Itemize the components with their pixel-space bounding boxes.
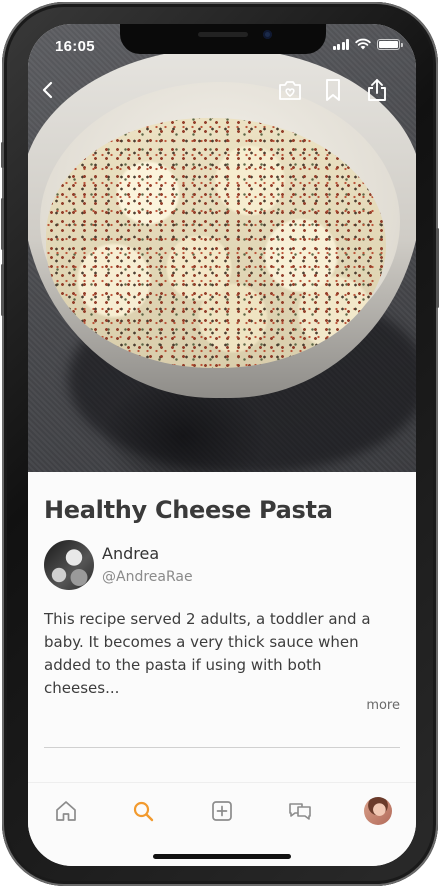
recipe-content: Healthy Cheese Pasta Andrea @AndreaRae T…: [28, 472, 416, 782]
status-icons: [332, 38, 403, 50]
side-button-power: [436, 228, 439, 308]
home-icon: [56, 801, 76, 821]
recipe-description: This recipe served 2 adults, a toddler a…: [44, 610, 371, 697]
search-icon: [133, 801, 154, 822]
side-button-volume-down: [1, 264, 4, 316]
pasta: [46, 118, 386, 368]
battery-icon: [377, 38, 403, 50]
chevron-left-icon: [42, 81, 53, 99]
notch: [120, 24, 326, 54]
camera-heart-icon: [279, 81, 301, 100]
more-link[interactable]: more: [366, 698, 400, 713]
divider: [44, 747, 400, 748]
profile-avatar: [364, 797, 392, 825]
tab-bar: [28, 782, 416, 866]
tab-add[interactable]: [208, 797, 236, 825]
cooked-it-button[interactable]: [276, 76, 304, 104]
pepper-speckles: [46, 118, 386, 368]
front-camera: [263, 30, 272, 39]
home-indicator[interactable]: [153, 854, 291, 859]
phone-frame: 16:05 Healthy Cheese Pasta Andrea @Andre…: [1, 2, 439, 886]
author-avatar[interactable]: [44, 540, 94, 590]
bookmark-button[interactable]: [319, 76, 347, 104]
author-row[interactable]: Andrea @AndreaRae: [44, 540, 400, 592]
status-time: 16:05: [55, 38, 95, 55]
author-handle: @AndreaRae: [102, 569, 193, 585]
bookmark-icon: [326, 79, 340, 101]
share-button[interactable]: [363, 76, 391, 104]
status-bar: 16:05: [28, 24, 416, 70]
chat-icon: [289, 803, 311, 820]
side-button-volume-up: [1, 198, 4, 250]
share-icon: [368, 79, 386, 101]
add-icon: [212, 801, 232, 821]
hero-actions: [28, 76, 416, 106]
tab-search[interactable]: [129, 797, 157, 825]
speaker: [198, 32, 248, 37]
cellular-signal-icon: [332, 38, 349, 50]
author-name[interactable]: Andrea: [102, 544, 159, 563]
tab-profile[interactable]: [364, 797, 392, 825]
recipe-title: Healthy Cheese Pasta: [44, 496, 333, 524]
tab-chat[interactable]: [286, 797, 314, 825]
wifi-icon: [355, 38, 371, 50]
back-button[interactable]: [34, 76, 62, 104]
screen: 16:05 Healthy Cheese Pasta Andrea @Andre…: [28, 24, 416, 866]
side-button-silent: [1, 142, 4, 168]
tab-home[interactable]: [52, 797, 80, 825]
